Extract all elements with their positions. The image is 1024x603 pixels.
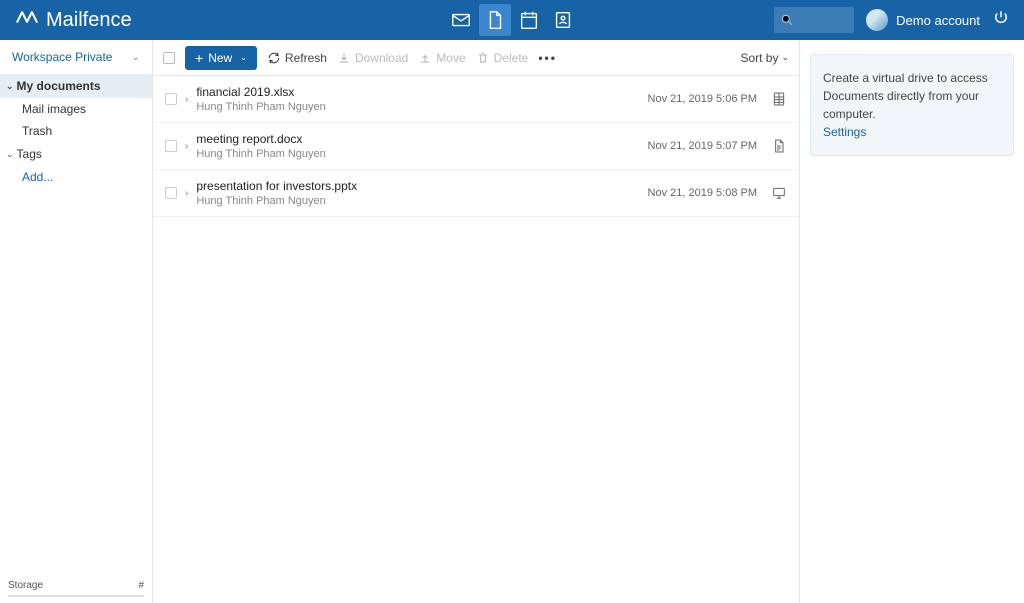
trash-icon <box>476 51 490 65</box>
workspace-label: Workspace Private <box>12 50 112 64</box>
new-button-label: New <box>208 51 232 65</box>
sidebar: Workspace Private ⌄ ⌄ My documents Mail … <box>0 40 153 603</box>
spreadsheet-icon <box>771 91 787 107</box>
app-header: Mailfence Demo account <box>0 0 1024 40</box>
chevron-down-icon: ⌄ <box>781 52 789 63</box>
file-row[interactable]: › presentation for investors.pptx Hung T… <box>153 170 799 217</box>
settings-link[interactable]: Settings <box>823 125 866 139</box>
power-icon <box>992 9 1010 27</box>
search-icon <box>780 13 794 27</box>
chevron-right-icon: › <box>185 188 188 199</box>
delete-button: Delete <box>476 51 529 65</box>
nav-mail[interactable] <box>445 4 477 36</box>
presentation-icon <box>771 185 787 201</box>
folder-label: My documents <box>17 79 101 93</box>
storage-bar <box>8 595 144 597</box>
header-right: Demo account <box>774 7 1010 33</box>
download-icon <box>337 51 351 65</box>
sidebar-item-tags[interactable]: ⌄ Tags <box>0 142 152 166</box>
file-owner: Hung Thinh Pham Nguyen <box>196 148 639 160</box>
nav-documents[interactable] <box>479 4 511 36</box>
file-owner: Hung Thinh Pham Nguyen <box>196 195 639 207</box>
caret-down-icon: ⌄ <box>6 149 14 160</box>
row-checkbox[interactable] <box>165 140 177 152</box>
nav-calendar[interactable] <box>513 4 545 36</box>
plus-icon: + <box>195 51 203 65</box>
file-owner: Hung Thinh Pham Nguyen <box>196 101 639 113</box>
account-label: Demo account <box>896 13 980 28</box>
right-panel: Create a virtual drive to access Documen… <box>800 40 1024 603</box>
document-icon <box>771 138 787 154</box>
refresh-icon <box>267 51 281 65</box>
delete-label: Delete <box>494 51 529 65</box>
chevron-down-icon: ⌄ <box>132 52 140 63</box>
sort-by-label: Sort by <box>740 51 778 65</box>
download-button: Download <box>337 51 408 65</box>
more-button[interactable]: ••• <box>538 51 557 65</box>
app-name: Mailfence <box>46 9 132 32</box>
row-checkbox[interactable] <box>165 187 177 199</box>
toolbar: + New ⌄ Refresh Download Move Delete • <box>153 40 799 76</box>
file-row[interactable]: › meeting report.docx Hung Thinh Pham Ng… <box>153 123 799 170</box>
nav-contacts[interactable] <box>547 4 579 36</box>
file-info: presentation for investors.pptx Hung Thi… <box>196 179 639 207</box>
file-name: presentation for investors.pptx <box>196 179 639 193</box>
storage-count: # <box>138 580 144 591</box>
file-row[interactable]: › financial 2019.xlsx Hung Thinh Pham Ng… <box>153 76 799 123</box>
content: Workspace Private ⌄ ⌄ My documents Mail … <box>0 40 1024 603</box>
file-date: Nov 21, 2019 5:08 PM <box>648 187 757 199</box>
sidebar-item-my-documents[interactable]: ⌄ My documents <box>0 74 152 98</box>
nav-tabs <box>445 4 579 36</box>
search-input[interactable] <box>774 7 854 33</box>
file-date: Nov 21, 2019 5:06 PM <box>648 93 757 105</box>
file-info: financial 2019.xlsx Hung Thinh Pham Nguy… <box>196 85 639 113</box>
avatar <box>866 9 888 31</box>
mailfence-logo-icon <box>14 4 40 36</box>
select-all-checkbox[interactable] <box>163 52 175 64</box>
app-logo[interactable]: Mailfence <box>14 4 132 36</box>
refresh-label: Refresh <box>285 51 327 65</box>
download-label: Download <box>355 51 408 65</box>
account-menu[interactable]: Demo account <box>866 9 980 31</box>
file-name: financial 2019.xlsx <box>196 85 639 99</box>
row-checkbox[interactable] <box>165 93 177 105</box>
tags-label: Tags <box>17 147 42 161</box>
sort-by-button[interactable]: Sort by ⌄ <box>740 51 789 65</box>
chevron-right-icon: › <box>185 141 188 152</box>
more-icon: ••• <box>538 51 557 65</box>
logout-button[interactable] <box>992 9 1010 32</box>
sidebar-item-mail-images[interactable]: Mail images <box>0 98 152 120</box>
chevron-down-icon: ⌄ <box>240 53 247 62</box>
caret-down-icon: ⌄ <box>6 81 14 92</box>
refresh-button[interactable]: Refresh <box>267 51 327 65</box>
file-name: meeting report.docx <box>196 132 639 146</box>
workspace-selector[interactable]: Workspace Private ⌄ <box>0 40 152 74</box>
info-text: Create a virtual drive to access Documen… <box>823 71 988 121</box>
file-info: meeting report.docx Hung Thinh Pham Nguy… <box>196 132 639 160</box>
sidebar-item-trash[interactable]: Trash <box>0 120 152 142</box>
storage-label: Storage <box>8 580 43 591</box>
storage-indicator: Storage # <box>0 576 152 595</box>
file-list: › financial 2019.xlsx Hung Thinh Pham Ng… <box>153 76 799 603</box>
new-button[interactable]: + New ⌄ <box>185 46 257 70</box>
add-tag-button[interactable]: Add... <box>0 166 152 188</box>
move-icon <box>418 51 432 65</box>
move-label: Move <box>436 51 465 65</box>
virtual-drive-info: Create a virtual drive to access Documen… <box>810 54 1014 156</box>
main-panel: + New ⌄ Refresh Download Move Delete • <box>153 40 800 603</box>
file-date: Nov 21, 2019 5:07 PM <box>648 140 757 152</box>
move-button: Move <box>418 51 465 65</box>
chevron-right-icon: › <box>185 94 188 105</box>
